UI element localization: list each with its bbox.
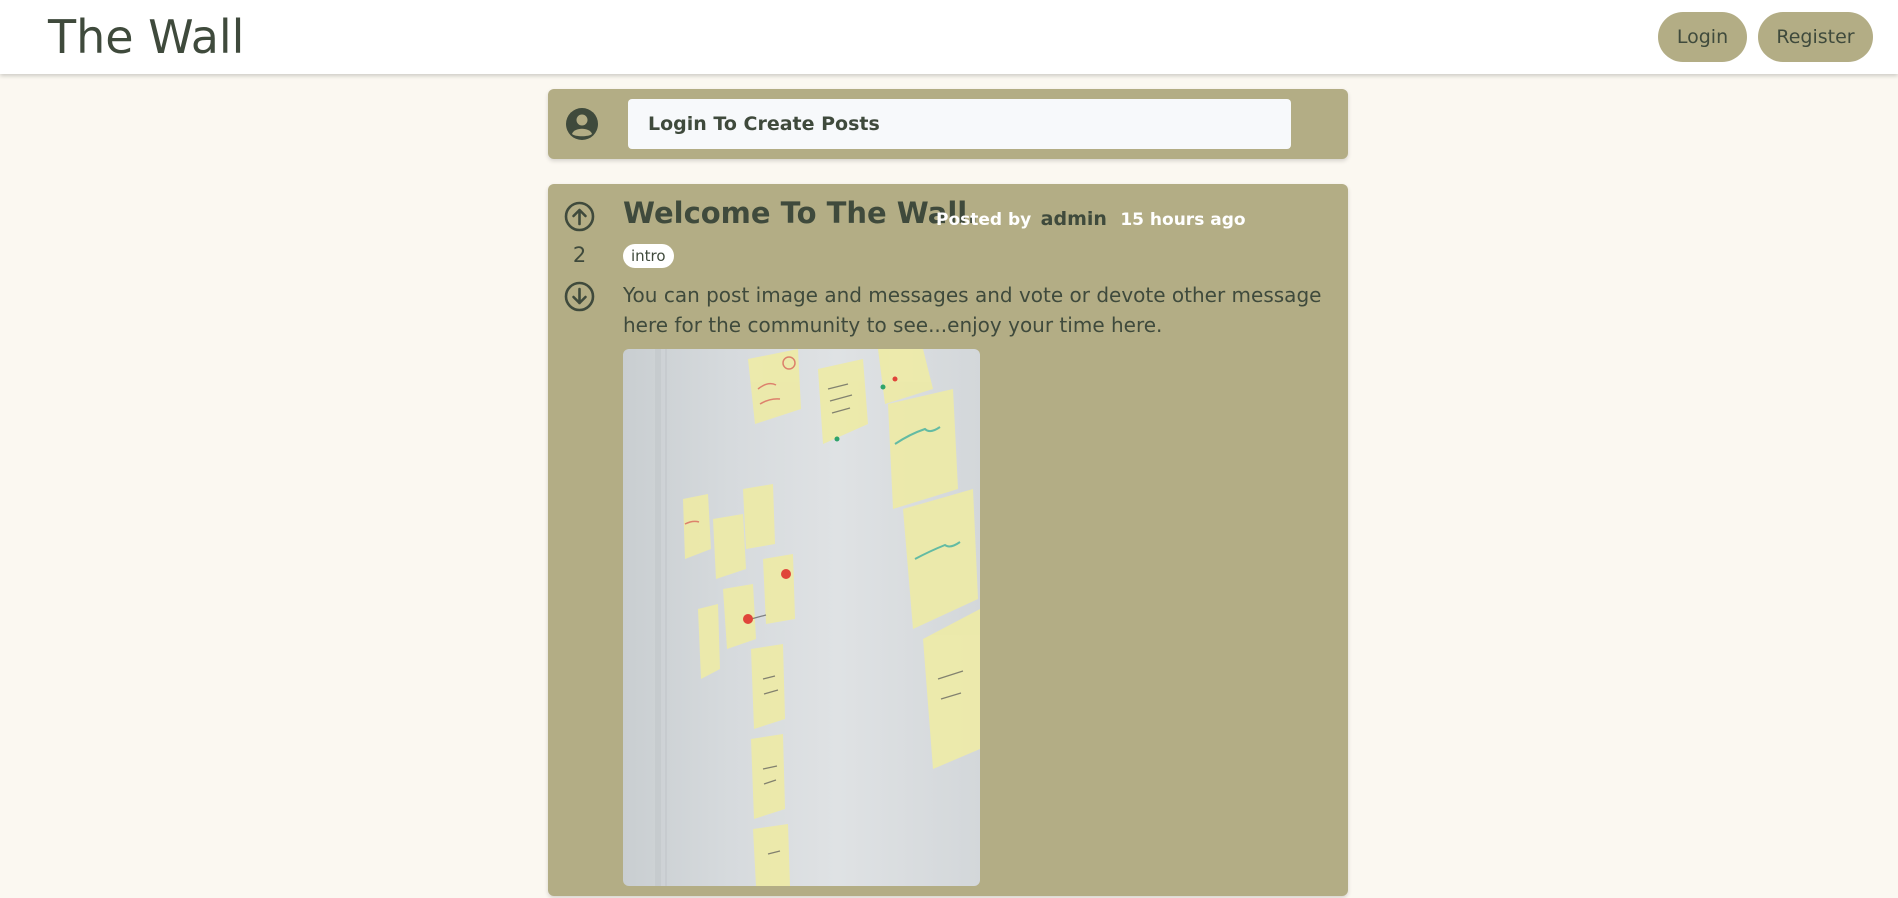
vote-count: 2 <box>572 243 587 267</box>
arrow-up-circle-icon[interactable] <box>564 201 595 232</box>
posted-by-label: Posted by <box>936 210 1032 230</box>
login-button[interactable]: Login <box>1658 12 1747 62</box>
register-button[interactable]: Register <box>1758 12 1873 62</box>
tag-badge[interactable]: intro <box>623 244 674 268</box>
post-body: You can post image and messages and vote… <box>623 283 1322 337</box>
navbar: The Wall Login Register <box>0 0 1898 74</box>
user-circle-icon <box>565 107 599 141</box>
post-title[interactable]: Welcome To The Wall. <box>623 194 978 232</box>
post-time: 15 hours ago <box>1120 210 1246 230</box>
post-meta: Posted by admin 15 hours ago <box>936 208 1246 231</box>
post-card: 2 Welcome To The Wall. Posted by admin 1… <box>548 184 1348 896</box>
create-post-card: Login To Create Posts <box>548 89 1348 159</box>
post-image[interactable] <box>623 349 980 886</box>
post-author[interactable]: admin <box>1041 208 1107 230</box>
arrow-down-circle-icon[interactable] <box>564 281 595 312</box>
brand-title[interactable]: The Wall <box>48 10 244 64</box>
create-post-input[interactable]: Login To Create Posts <box>628 99 1291 149</box>
